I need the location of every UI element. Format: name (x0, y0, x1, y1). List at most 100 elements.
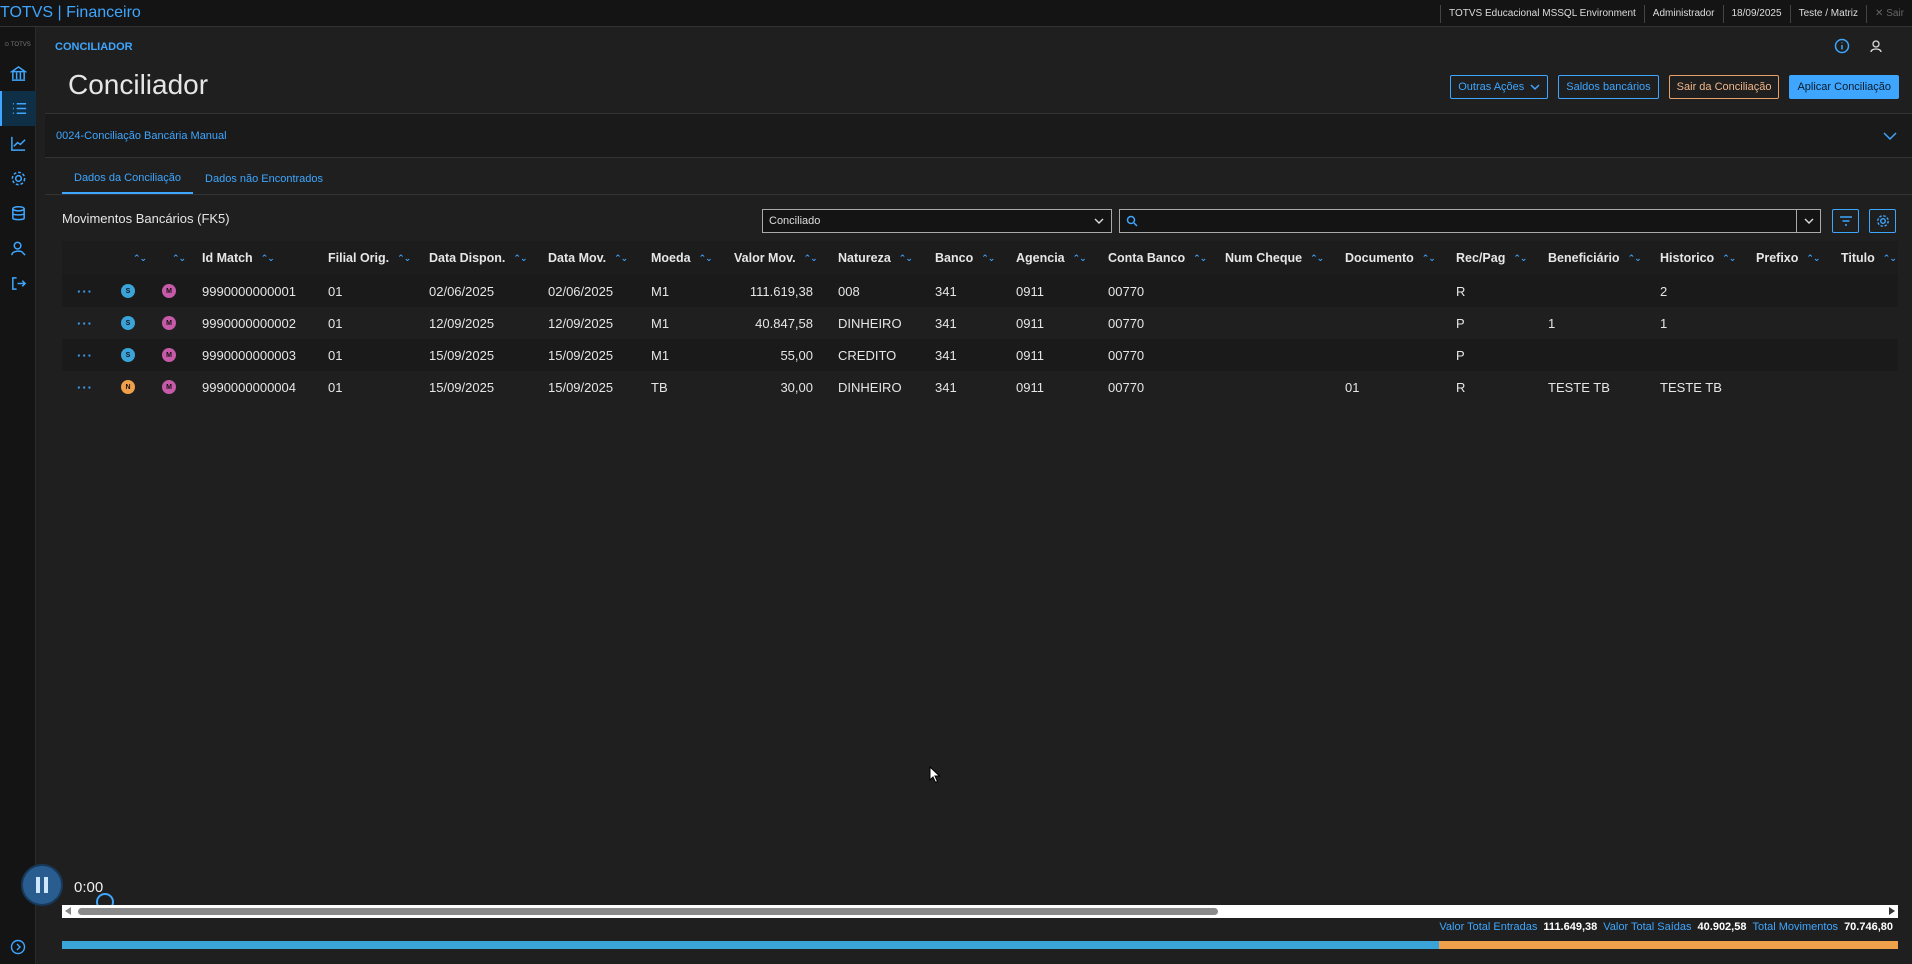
table-row[interactable]: ··· S M 9990000000003 01 15/09/2025 15/0… (62, 339, 1898, 371)
scroll-right-icon[interactable] (1889, 907, 1895, 915)
grid-settings-button[interactable] (1869, 209, 1896, 233)
col-filial-orig[interactable]: Filial Orig. ⌃⌄ (328, 241, 411, 275)
totals-progress-bar (62, 941, 1898, 949)
page-title: Conciliador (68, 69, 209, 100)
environment-label[interactable]: TOTVS Educacional MSSQL Environment (1440, 4, 1644, 23)
status-filter-value: Conciliado (769, 215, 821, 227)
other-actions-label: Outras Ações (1458, 81, 1525, 93)
col-documento[interactable]: Documento ⌃⌄ (1345, 241, 1436, 275)
cell-data-dispon: 15/09/2025 (429, 379, 495, 395)
date-label[interactable]: 18/09/2025 (1722, 4, 1790, 23)
row-actions-button[interactable]: ··· (77, 371, 93, 403)
status-badge: S (121, 316, 135, 330)
sidebar-item-home[interactable] (0, 56, 36, 91)
chevron-down-icon (1804, 218, 1813, 224)
user-label[interactable]: Administrador (1643, 4, 1723, 23)
reconciliation-panel[interactable]: 0024-Conciliação Bancária Manual (45, 113, 1912, 158)
breadcrumb[interactable]: CONCILIADOR (55, 41, 133, 53)
sidebar-item-users[interactable] (0, 231, 36, 266)
col-prefixo[interactable]: Prefixo ⌃⌄ (1756, 241, 1820, 275)
sidebar-item-database[interactable] (0, 196, 36, 231)
status-badge: S (121, 284, 135, 298)
sidebar-item-logout[interactable] (0, 266, 36, 301)
filter-icon (1839, 216, 1852, 226)
col-data-mov[interactable]: Data Mov. ⌃⌄ (548, 241, 628, 275)
tab-dados-conciliacao[interactable]: Dados da Conciliação (62, 163, 194, 194)
col-status-sort[interactable]: ⌃⌄ (125, 241, 147, 275)
status-filter-select[interactable]: Conciliado (762, 209, 1112, 233)
cell-historico: TESTE TB (1660, 379, 1722, 395)
type-badge: M (162, 316, 176, 330)
other-actions-button[interactable]: Outras Ações (1450, 75, 1549, 99)
cell-natureza: DINHEIRO (838, 315, 902, 331)
topbar-info: TOTVS Educacional MSSQL Environment Admi… (1440, 0, 1912, 27)
scroll-thumb[interactable] (78, 908, 1218, 915)
cell-banco: 341 (935, 315, 957, 331)
info-button[interactable] (1834, 38, 1850, 54)
expand-sidebar-button[interactable] (10, 939, 26, 960)
cell-beneficiario: 1 (1548, 315, 1556, 331)
entradas-share-fill (62, 941, 1439, 949)
cell-filial: 01 (328, 379, 343, 395)
cell-historico: 2 (1660, 283, 1668, 299)
filter-button[interactable] (1832, 209, 1859, 233)
cell-natureza: CREDITO (838, 347, 897, 363)
cell-agencia: 0911 (1016, 347, 1044, 363)
table-row[interactable]: ··· S M 9990000000001 01 02/06/2025 02/0… (62, 275, 1898, 307)
database-icon (11, 205, 25, 221)
cell-rec-pag: P (1456, 347, 1465, 363)
header-actions: Outras Ações Saldos bancários Sair da Co… (1450, 75, 1899, 99)
row-actions-button[interactable]: ··· (77, 275, 93, 307)
col-label: Agencia (1016, 251, 1065, 265)
sidebar-item-list[interactable] (0, 91, 36, 126)
col-num-cheque[interactable]: Num Cheque ⌃⌄ (1225, 241, 1324, 275)
col-type-sort[interactable]: ⌃⌄ (164, 241, 186, 275)
col-natureza[interactable]: Natureza ⌃⌄ (838, 241, 913, 275)
col-beneficiario[interactable]: Beneficiário ⌃⌄ (1548, 241, 1642, 275)
table-row[interactable]: ··· N M 9990000000004 01 15/09/2025 15/0… (62, 371, 1898, 403)
col-rec-pag[interactable]: Rec/Pag ⌃⌄ (1456, 241, 1527, 275)
apply-reconciliation-button[interactable]: Aplicar Conciliação (1789, 75, 1899, 99)
pause-button[interactable] (21, 864, 63, 906)
exit-button[interactable]: ✕ Sair (1866, 4, 1912, 23)
movements-table: ⌃⌄ ⌃⌄ Id Match ⌃⌄ Filial Orig. ⌃⌄ Data Dis… (62, 241, 1898, 403)
col-moeda[interactable]: Moeda ⌃⌄ (651, 241, 713, 275)
col-label: Data Dispon. (429, 251, 506, 265)
col-label: Banco (935, 251, 974, 265)
exit-reconciliation-button[interactable]: Sair da Conciliação (1668, 75, 1780, 99)
search-input[interactable] (1144, 215, 1664, 227)
more-icon: ··· (77, 315, 93, 331)
sort-icon: ⌃⌄ (803, 252, 818, 263)
col-titulo[interactable]: Titulo ⌃⌄ (1841, 241, 1897, 275)
branch-label[interactable]: Teste / Matriz (1789, 4, 1866, 23)
col-valor-mov[interactable]: Valor Mov. ⌃⌄ (734, 241, 818, 275)
sort-icon: ⌃⌄ (698, 252, 713, 263)
bank-balances-button[interactable]: Saldos bancários (1558, 75, 1659, 99)
row-actions-button[interactable]: ··· (77, 339, 93, 371)
chevron-down-icon[interactable] (1882, 128, 1898, 144)
col-label: Historico (1660, 251, 1715, 265)
sort-icon: ⌃⌄ (898, 252, 913, 263)
cell-rec-pag: P (1456, 315, 1465, 331)
table-row[interactable]: ··· S M 9990000000002 01 12/09/2025 12/0… (62, 307, 1898, 339)
search-options-button[interactable] (1796, 210, 1820, 232)
chevron-right-circle-icon (10, 939, 26, 955)
info-icon (1834, 38, 1850, 54)
bank-icon (9, 65, 27, 81)
horizontal-scrollbar[interactable] (62, 905, 1898, 918)
row-actions-button[interactable]: ··· (77, 307, 93, 339)
col-data-dispon[interactable]: Data Dispon. ⌃⌄ (429, 241, 528, 275)
profile-button[interactable] (1868, 38, 1884, 54)
col-id-match[interactable]: Id Match ⌃⌄ (202, 241, 275, 275)
sidebar-item-chart[interactable] (0, 126, 36, 161)
cell-id-match: 9990000000003 (202, 347, 296, 363)
tab-dados-nao-encontrados[interactable]: Dados não Encontrados (193, 163, 335, 194)
col-historico[interactable]: Historico ⌃⌄ (1660, 241, 1736, 275)
col-agencia[interactable]: Agencia ⌃⌄ (1016, 241, 1087, 275)
col-banco[interactable]: Banco ⌃⌄ (935, 241, 995, 275)
col-conta-banco[interactable]: Conta Banco ⌃⌄ (1108, 241, 1207, 275)
search-box[interactable] (1119, 209, 1821, 233)
scroll-left-icon[interactable] (65, 907, 71, 915)
sidebar-item-settings[interactable] (0, 161, 36, 196)
mouse-cursor-icon (929, 766, 941, 784)
